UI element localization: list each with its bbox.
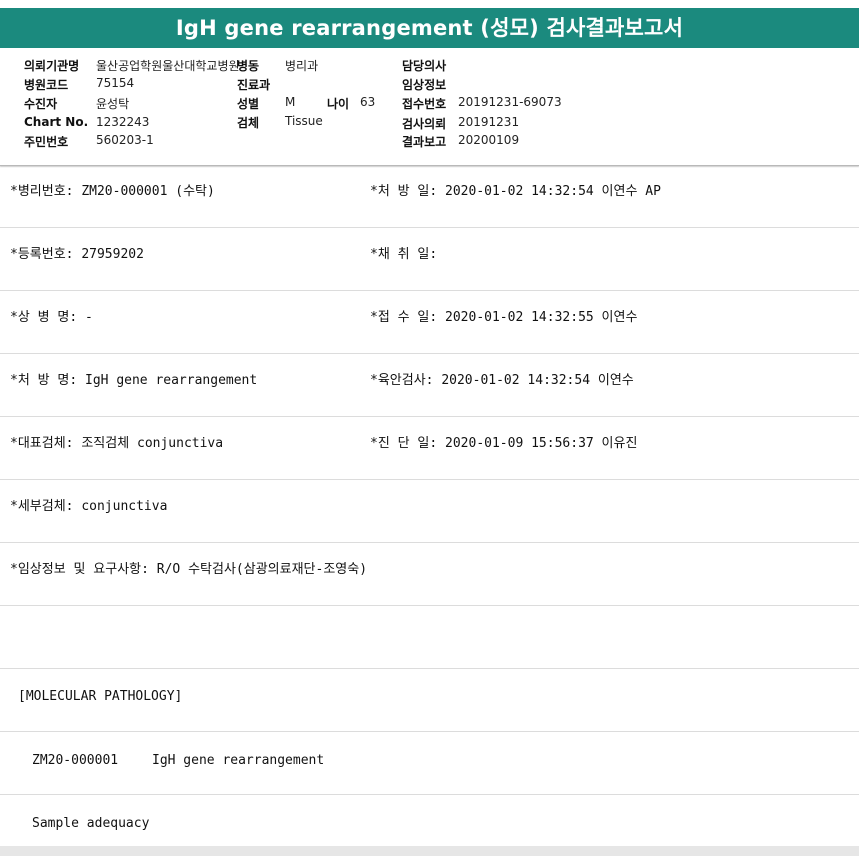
representative-specimen: *대표검체: 조직검체 conjunctiva [10,436,224,451]
age-label: 나이 [327,97,350,111]
report-date-label: 결과보고 [402,135,447,149]
institution-label: 의뢰기관명 [24,59,80,73]
blank-row [0,606,859,669]
section-heading: [MOLECULAR PATHOLOGY] [18,689,183,704]
chart-no-value: 1232243 [96,115,150,129]
test-name: IgH gene rearrangement [152,753,325,768]
request-date-label: 검사의뢰 [402,117,447,131]
disease-name: *상 병 명: - [10,310,93,325]
hospital-code-value: 75154 [96,76,135,90]
detail-specimen: *세부검체: conjunctiva [10,499,168,514]
info-row-4: *처 방 명: IgH gene rearrangement *육안검사: 20… [0,354,859,417]
report-title: IgH gene rearrangement (성모) 검사결과보고서 [0,8,859,48]
examinee-label: 수진자 [24,97,58,111]
diagnosis-date: *진 단 일: 2020-01-09 15:56:37 이유진 [370,436,638,451]
age-value: 63 [360,95,376,109]
institution-value: 울산공업학원울산대학교병원 [96,59,240,73]
case-id: ZM20-000001 [32,753,119,768]
info-row-7: *임상정보 및 요구사항: R/O 수탁검사(삼광의료재단-조영숙) [0,543,859,606]
dept-label: 진료과 [237,78,271,92]
hospital-code-label: 병원코드 [24,78,69,92]
section-heading-row: [MOLECULAR PATHOLOGY] [0,669,859,732]
chart-no-label: Chart No. [24,115,89,129]
report-header: 의뢰기관명 울산공업학원울산대학교병원 병동 병리과 담당의사 병원코드 751… [0,48,859,166]
specimen-label: 검체 [237,116,260,130]
doctor-label: 담당의사 [402,59,447,73]
ward-label: 병동 [237,59,260,73]
collection-date: *채 취 일: [370,247,438,262]
ward-value: 병리과 [285,59,319,73]
report-date-value: 20200109 [458,133,520,147]
clinical-info-label: 임상정보 [402,78,447,92]
info-row-2: *등록번호: 27959202 *채 취 일: [0,228,859,291]
case-row: ZM20-000001 IgH gene rearrangement [0,732,859,795]
info-row-1: *병리번호: ZM20-000001 (수탁) *처 방 일: 2020-01-… [0,165,859,228]
receipt-no-label: 접수번호 [402,97,447,111]
info-row-5: *대표검체: 조직검체 conjunctiva *진 단 일: 2020-01-… [0,417,859,480]
registration-number: *등록번호: 27959202 [10,247,144,262]
sex-value: M [285,95,296,109]
report-body: *병리번호: ZM20-000001 (수탁) *처 방 일: 2020-01-… [0,165,859,857]
receipt-no-value: 20191231-69073 [458,95,562,109]
prescription-name: *처 방 명: IgH gene rearrangement [10,373,258,388]
examinee-value: 윤성탁 [96,97,130,111]
info-row-6: *세부검체: conjunctiva [0,480,859,543]
pathology-number: *병리번호: ZM20-000001 (수탁) [10,184,215,199]
resident-no-label: 주민번호 [24,135,69,149]
prescription-date: *처 방 일: 2020-01-02 14:32:54 이연수 AP [370,184,661,199]
sex-label: 성별 [237,97,260,111]
receipt-date: *접 수 일: 2020-01-02 14:32:55 이연수 [370,310,638,325]
info-row-3: *상 병 명: - *접 수 일: 2020-01-02 14:32:55 이연… [0,291,859,354]
sample-adequacy: Sample adequacy [32,816,150,831]
request-date-value: 20191231 [458,115,520,129]
gross-exam: *육안검사: 2020-01-02 14:32:54 이연수 [370,373,634,388]
resident-no-value: 560203-1 [96,133,154,147]
specimen-value: Tissue [285,114,323,128]
bottom-bar [0,846,859,856]
clinical-request: *임상정보 및 요구사항: R/O 수탁검사(삼광의료재단-조영숙) [10,562,368,577]
